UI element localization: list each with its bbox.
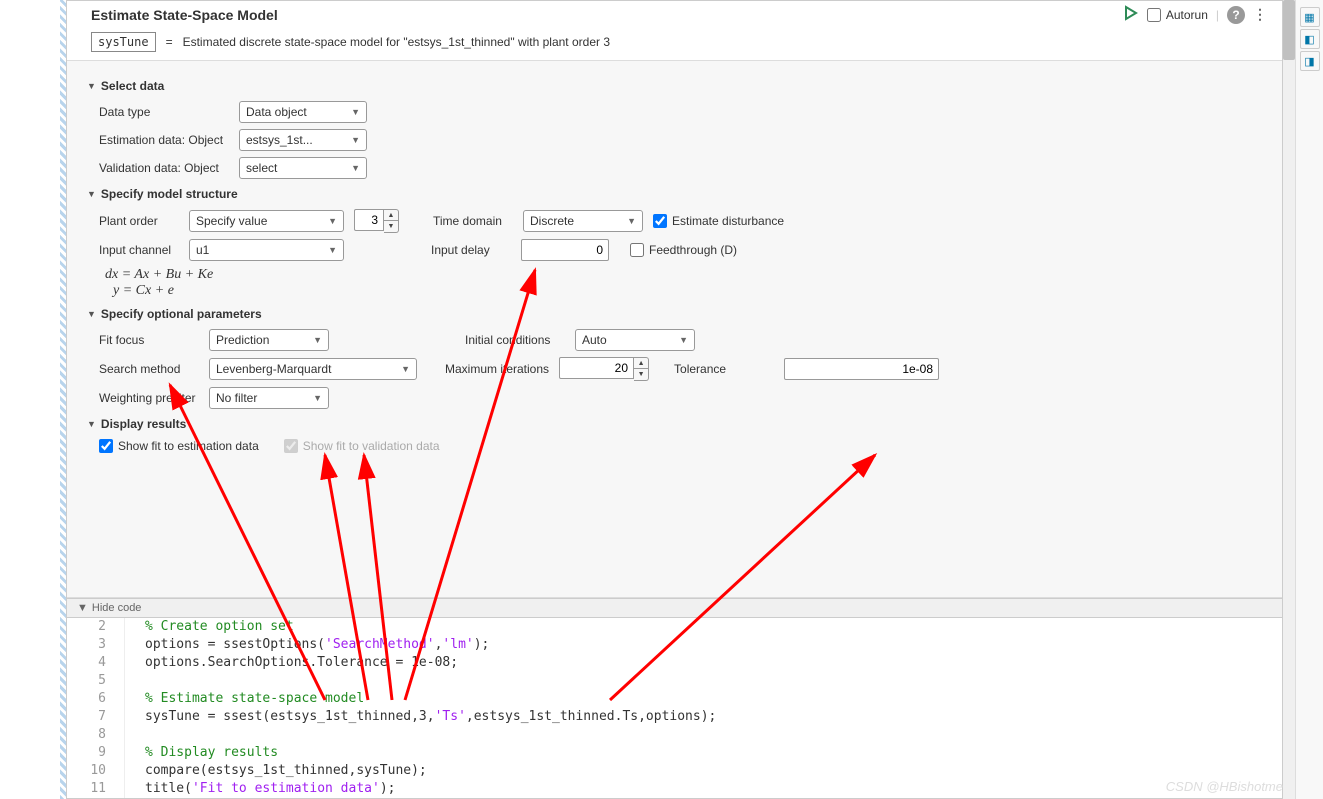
show-fit-validation-checkbox: Show fit to validation data <box>284 439 440 453</box>
code-content[interactable]: % Create option setoptions = ssestOption… <box>125 618 1282 798</box>
row-plant-order: Plant order Specify value▼ ▲▼ Time domai… <box>99 209 1262 233</box>
search-method-label: Search method <box>99 362 199 376</box>
sidebar-icon-2[interactable]: ◧ <box>1300 29 1320 49</box>
validation-data-select[interactable]: select▼ <box>239 157 367 179</box>
tolerance-input[interactable] <box>784 358 939 380</box>
show-fit-estimation-checkbox[interactable]: Show fit to estimation data <box>99 439 259 453</box>
line-numbers: 234567891011 <box>67 618 125 798</box>
estimation-data-select[interactable]: estsys_1st...▼ <box>239 129 367 151</box>
sidebar-icon-1[interactable]: ▦ <box>1300 7 1320 27</box>
header-row: Estimate State-Space Model Autorun | ? ⋮ <box>67 1 1282 28</box>
right-sidebar: ▦ ◧ ◨ <box>1295 0 1323 799</box>
hide-code-toggle[interactable]: ▼ Hide code <box>67 598 1282 618</box>
chevron-down-icon: ▼ <box>87 419 96 429</box>
tolerance-label: Tolerance <box>674 362 774 376</box>
section-model-structure[interactable]: ▼ Specify model structure <box>87 187 1262 201</box>
plant-order-mode-select[interactable]: Specify value▼ <box>189 210 344 232</box>
chevron-down-icon: ▼ <box>87 189 96 199</box>
output-variable[interactable]: sysTune <box>91 32 156 52</box>
chevron-down-icon: ▼ <box>77 602 88 614</box>
parameters-panel: ▼ Select data Data type Data object▼ Est… <box>67 60 1282 598</box>
feedthrough-checkbox[interactable]: Feedthrough (D) <box>630 243 737 257</box>
row-weighting-prefilter: Weighting prefilter No filter▼ <box>99 387 1262 409</box>
section-optional-params[interactable]: ▼ Specify optional parameters <box>87 307 1262 321</box>
fit-focus-select[interactable]: Prediction▼ <box>209 329 329 351</box>
data-type-select[interactable]: Data object▼ <box>239 101 367 123</box>
output-row: sysTune = Estimated discrete state-space… <box>67 28 1282 60</box>
chevron-down-icon: ▼ <box>87 309 96 319</box>
more-options-icon[interactable]: ⋮ <box>1253 6 1266 23</box>
row-display-results: Show fit to estimation data Show fit to … <box>99 439 1262 453</box>
row-data-type: Data type Data object▼ <box>99 101 1262 123</box>
search-method-select[interactable]: Levenberg-Marquardt▼ <box>209 358 417 380</box>
autorun-checkbox[interactable]: Autorun <box>1147 8 1208 22</box>
row-input-channel: Input channel u1▼ Input delay Feedthroug… <box>99 239 1262 261</box>
plant-order-label: Plant order <box>99 214 179 228</box>
run-icon[interactable] <box>1123 5 1139 24</box>
equals-label: = <box>166 35 173 49</box>
sidebar-icon-3[interactable]: ◨ <box>1300 51 1320 71</box>
input-channel-label: Input channel <box>99 243 179 257</box>
estimate-disturbance-checkbox[interactable]: Estimate disturbance <box>653 214 784 228</box>
row-validation-data: Validation data: Object select▼ <box>99 157 1262 179</box>
state-equation: dx = Ax + Bu + Ke y = Cx + e <box>105 267 1262 299</box>
help-icon[interactable]: ? <box>1227 6 1245 24</box>
weighting-prefilter-label: Weighting prefilter <box>99 391 199 405</box>
code-area: 234567891011 % Create option setoptions … <box>67 618 1282 798</box>
validation-data-label: Validation data: Object <box>99 161 229 175</box>
output-description: Estimated discrete state-space model for… <box>183 35 610 49</box>
section-display-results[interactable]: ▼ Display results <box>87 417 1262 431</box>
plant-order-spinner[interactable]: ▲▼ <box>354 209 399 233</box>
input-delay-input[interactable] <box>521 239 609 261</box>
row-fit-focus: Fit focus Prediction▼ Initial conditions… <box>99 329 1262 351</box>
weighting-prefilter-select[interactable]: No filter▼ <box>209 387 329 409</box>
data-type-label: Data type <box>99 105 229 119</box>
input-delay-label: Input delay <box>431 243 511 257</box>
input-channel-select[interactable]: u1▼ <box>189 239 344 261</box>
chevron-down-icon: ▼ <box>87 81 96 91</box>
initial-conditions-label: Initial conditions <box>465 333 565 347</box>
time-domain-label: Time domain <box>433 214 513 228</box>
time-domain-select[interactable]: Discrete▼ <box>523 210 643 232</box>
task-panel: Estimate State-Space Model Autorun | ? ⋮… <box>66 0 1283 799</box>
row-search-method: Search method Levenberg-Marquardt▼ Maxim… <box>99 357 1262 381</box>
vertical-separator: | <box>1216 8 1219 22</box>
left-margin <box>0 0 60 799</box>
max-iterations-label: Maximum iterations <box>445 362 549 376</box>
row-estimation-data: Estimation data: Object estsys_1st...▼ <box>99 129 1262 151</box>
scrollbar-thumb[interactable] <box>1283 0 1295 60</box>
initial-conditions-select[interactable]: Auto▼ <box>575 329 695 351</box>
scrollbar[interactable] <box>1283 0 1295 799</box>
max-iterations-spinner[interactable]: ▲▼ <box>559 357 649 381</box>
estimation-data-label: Estimation data: Object <box>99 133 229 147</box>
fit-focus-label: Fit focus <box>99 333 199 347</box>
section-select-data[interactable]: ▼ Select data <box>87 79 1262 93</box>
header-controls: Autorun | ? ⋮ <box>1123 5 1266 24</box>
task-title: Estimate State-Space Model <box>91 7 278 23</box>
